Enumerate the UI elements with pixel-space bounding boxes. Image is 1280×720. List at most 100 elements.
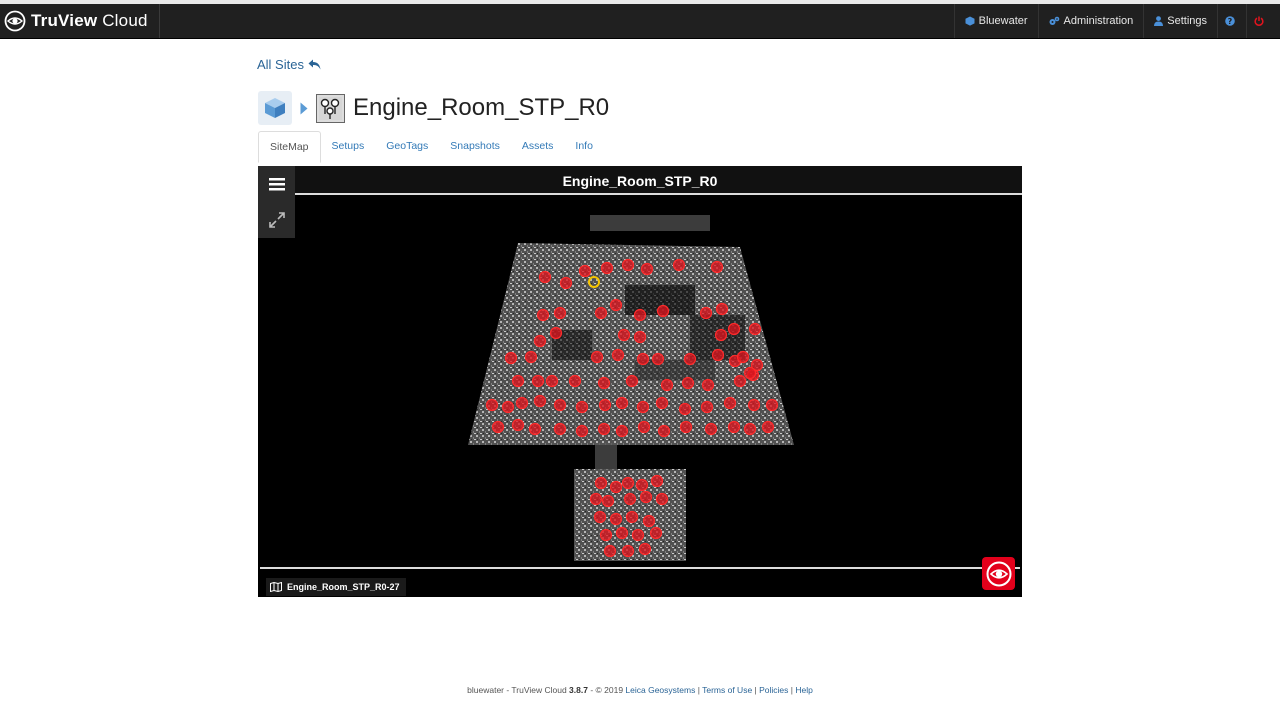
terms-of-use-link[interactable]: Terms of Use [702, 685, 752, 695]
setup-marker[interactable] [678, 402, 692, 416]
setup-marker[interactable] [681, 376, 695, 390]
brand[interactable]: TruView Cloud [4, 4, 160, 38]
setup-marker[interactable] [615, 424, 629, 438]
setup-marker[interactable] [600, 261, 614, 275]
setup-marker[interactable] [657, 424, 671, 438]
all-sites-link[interactable]: All Sites [257, 57, 321, 72]
setup-marker[interactable] [625, 374, 639, 388]
setup-marker[interactable] [538, 270, 552, 284]
setup-marker[interactable] [625, 510, 639, 524]
setup-marker[interactable] [533, 394, 547, 408]
setup-marker[interactable] [615, 526, 629, 540]
setup-marker[interactable] [599, 528, 613, 542]
setup-marker[interactable] [704, 422, 718, 436]
logout-button[interactable] [1246, 4, 1280, 38]
fullscreen-button[interactable] [258, 202, 295, 238]
setup-marker[interactable] [545, 374, 559, 388]
setup-marker[interactable] [553, 306, 567, 320]
setup-marker[interactable] [621, 258, 635, 272]
setup-marker[interactable] [575, 424, 589, 438]
setup-marker[interactable] [655, 396, 669, 410]
setup-marker[interactable] [511, 418, 525, 432]
setup-marker[interactable] [639, 490, 653, 504]
setup-marker[interactable] [660, 378, 674, 392]
setup-marker[interactable] [714, 328, 728, 342]
setup-marker[interactable] [736, 350, 750, 364]
setup-marker[interactable] [501, 400, 515, 414]
setup-marker[interactable] [747, 398, 761, 412]
setup-marker[interactable] [710, 260, 724, 274]
setup-marker[interactable] [621, 544, 635, 558]
tab-info[interactable]: Info [564, 131, 604, 161]
setup-marker[interactable] [743, 422, 757, 436]
setup-marker[interactable] [656, 304, 670, 318]
setup-marker[interactable] [536, 308, 550, 322]
setup-marker[interactable] [528, 422, 542, 436]
setup-marker[interactable] [609, 298, 623, 312]
nav-administration[interactable]: Administration [1037, 4, 1144, 38]
setup-marker[interactable] [594, 306, 608, 320]
tab-snapshots[interactable]: Snapshots [439, 131, 511, 161]
setup-marker[interactable] [651, 352, 665, 366]
menu-button[interactable] [258, 166, 295, 202]
setup-marker[interactable] [597, 376, 611, 390]
setup-marker[interactable] [650, 474, 664, 488]
setup-marker[interactable] [549, 326, 563, 340]
setup-marker[interactable] [727, 420, 741, 434]
tab-sitemap[interactable]: SiteMap [258, 131, 321, 163]
tab-geotags[interactable]: GeoTags [375, 131, 439, 161]
setup-marker[interactable] [568, 374, 582, 388]
setup-marker[interactable] [748, 322, 762, 336]
setup-marker[interactable] [733, 374, 747, 388]
setup-marker[interactable] [655, 492, 669, 506]
leica-logo-button[interactable] [982, 557, 1015, 590]
setup-marker[interactable] [553, 422, 567, 436]
setup-marker[interactable] [715, 302, 729, 316]
help-button[interactable]: ? [1217, 4, 1246, 38]
setup-marker[interactable] [601, 494, 615, 508]
setup-marker[interactable] [635, 478, 649, 492]
setup-marker[interactable] [511, 374, 525, 388]
setup-marker[interactable] [636, 352, 650, 366]
setup-marker[interactable] [491, 420, 505, 434]
setup-marker[interactable] [701, 378, 715, 392]
setup-marker[interactable] [633, 330, 647, 344]
setup-marker[interactable] [559, 276, 573, 290]
setup-marker[interactable] [649, 526, 663, 540]
tab-setups[interactable]: Setups [321, 131, 376, 161]
setup-marker[interactable] [679, 420, 693, 434]
setup-marker[interactable] [683, 352, 697, 366]
point-cloud-map[interactable] [260, 195, 1020, 567]
setup-marker[interactable] [598, 398, 612, 412]
setup-marker[interactable] [609, 512, 623, 526]
setup-marker[interactable] [700, 400, 714, 414]
project-cube-button[interactable] [258, 91, 292, 125]
setup-marker[interactable] [711, 348, 725, 362]
setup-marker[interactable] [578, 264, 592, 278]
nav-settings[interactable]: Settings [1143, 4, 1217, 38]
setup-marker[interactable] [553, 398, 567, 412]
setup-marker[interactable] [515, 396, 529, 410]
setup-marker[interactable] [642, 514, 656, 528]
leica-geosystems-link[interactable]: Leica Geosystems [625, 685, 695, 695]
setup-marker[interactable] [589, 492, 603, 506]
setup-marker[interactable] [636, 400, 650, 414]
sitemap-canvas[interactable] [260, 195, 1020, 569]
setup-marker[interactable] [531, 374, 545, 388]
setup-marker[interactable] [637, 420, 651, 434]
setup-marker[interactable] [640, 262, 654, 276]
setup-marker[interactable] [631, 528, 645, 542]
setup-marker[interactable] [593, 510, 607, 524]
setup-marker[interactable] [533, 334, 547, 348]
setup-marker[interactable] [615, 396, 629, 410]
tab-assets[interactable]: Assets [511, 131, 565, 161]
setup-marker[interactable] [638, 542, 652, 556]
setup-marker[interactable] [621, 476, 635, 490]
setup-marker[interactable] [623, 492, 637, 506]
setup-marker[interactable] [765, 398, 779, 412]
nav-bluewater[interactable]: Bluewater [953, 4, 1038, 38]
setup-marker[interactable] [611, 348, 625, 362]
setup-marker[interactable] [633, 308, 647, 322]
setup-marker[interactable] [743, 366, 757, 380]
setup-marker[interactable] [597, 422, 611, 436]
